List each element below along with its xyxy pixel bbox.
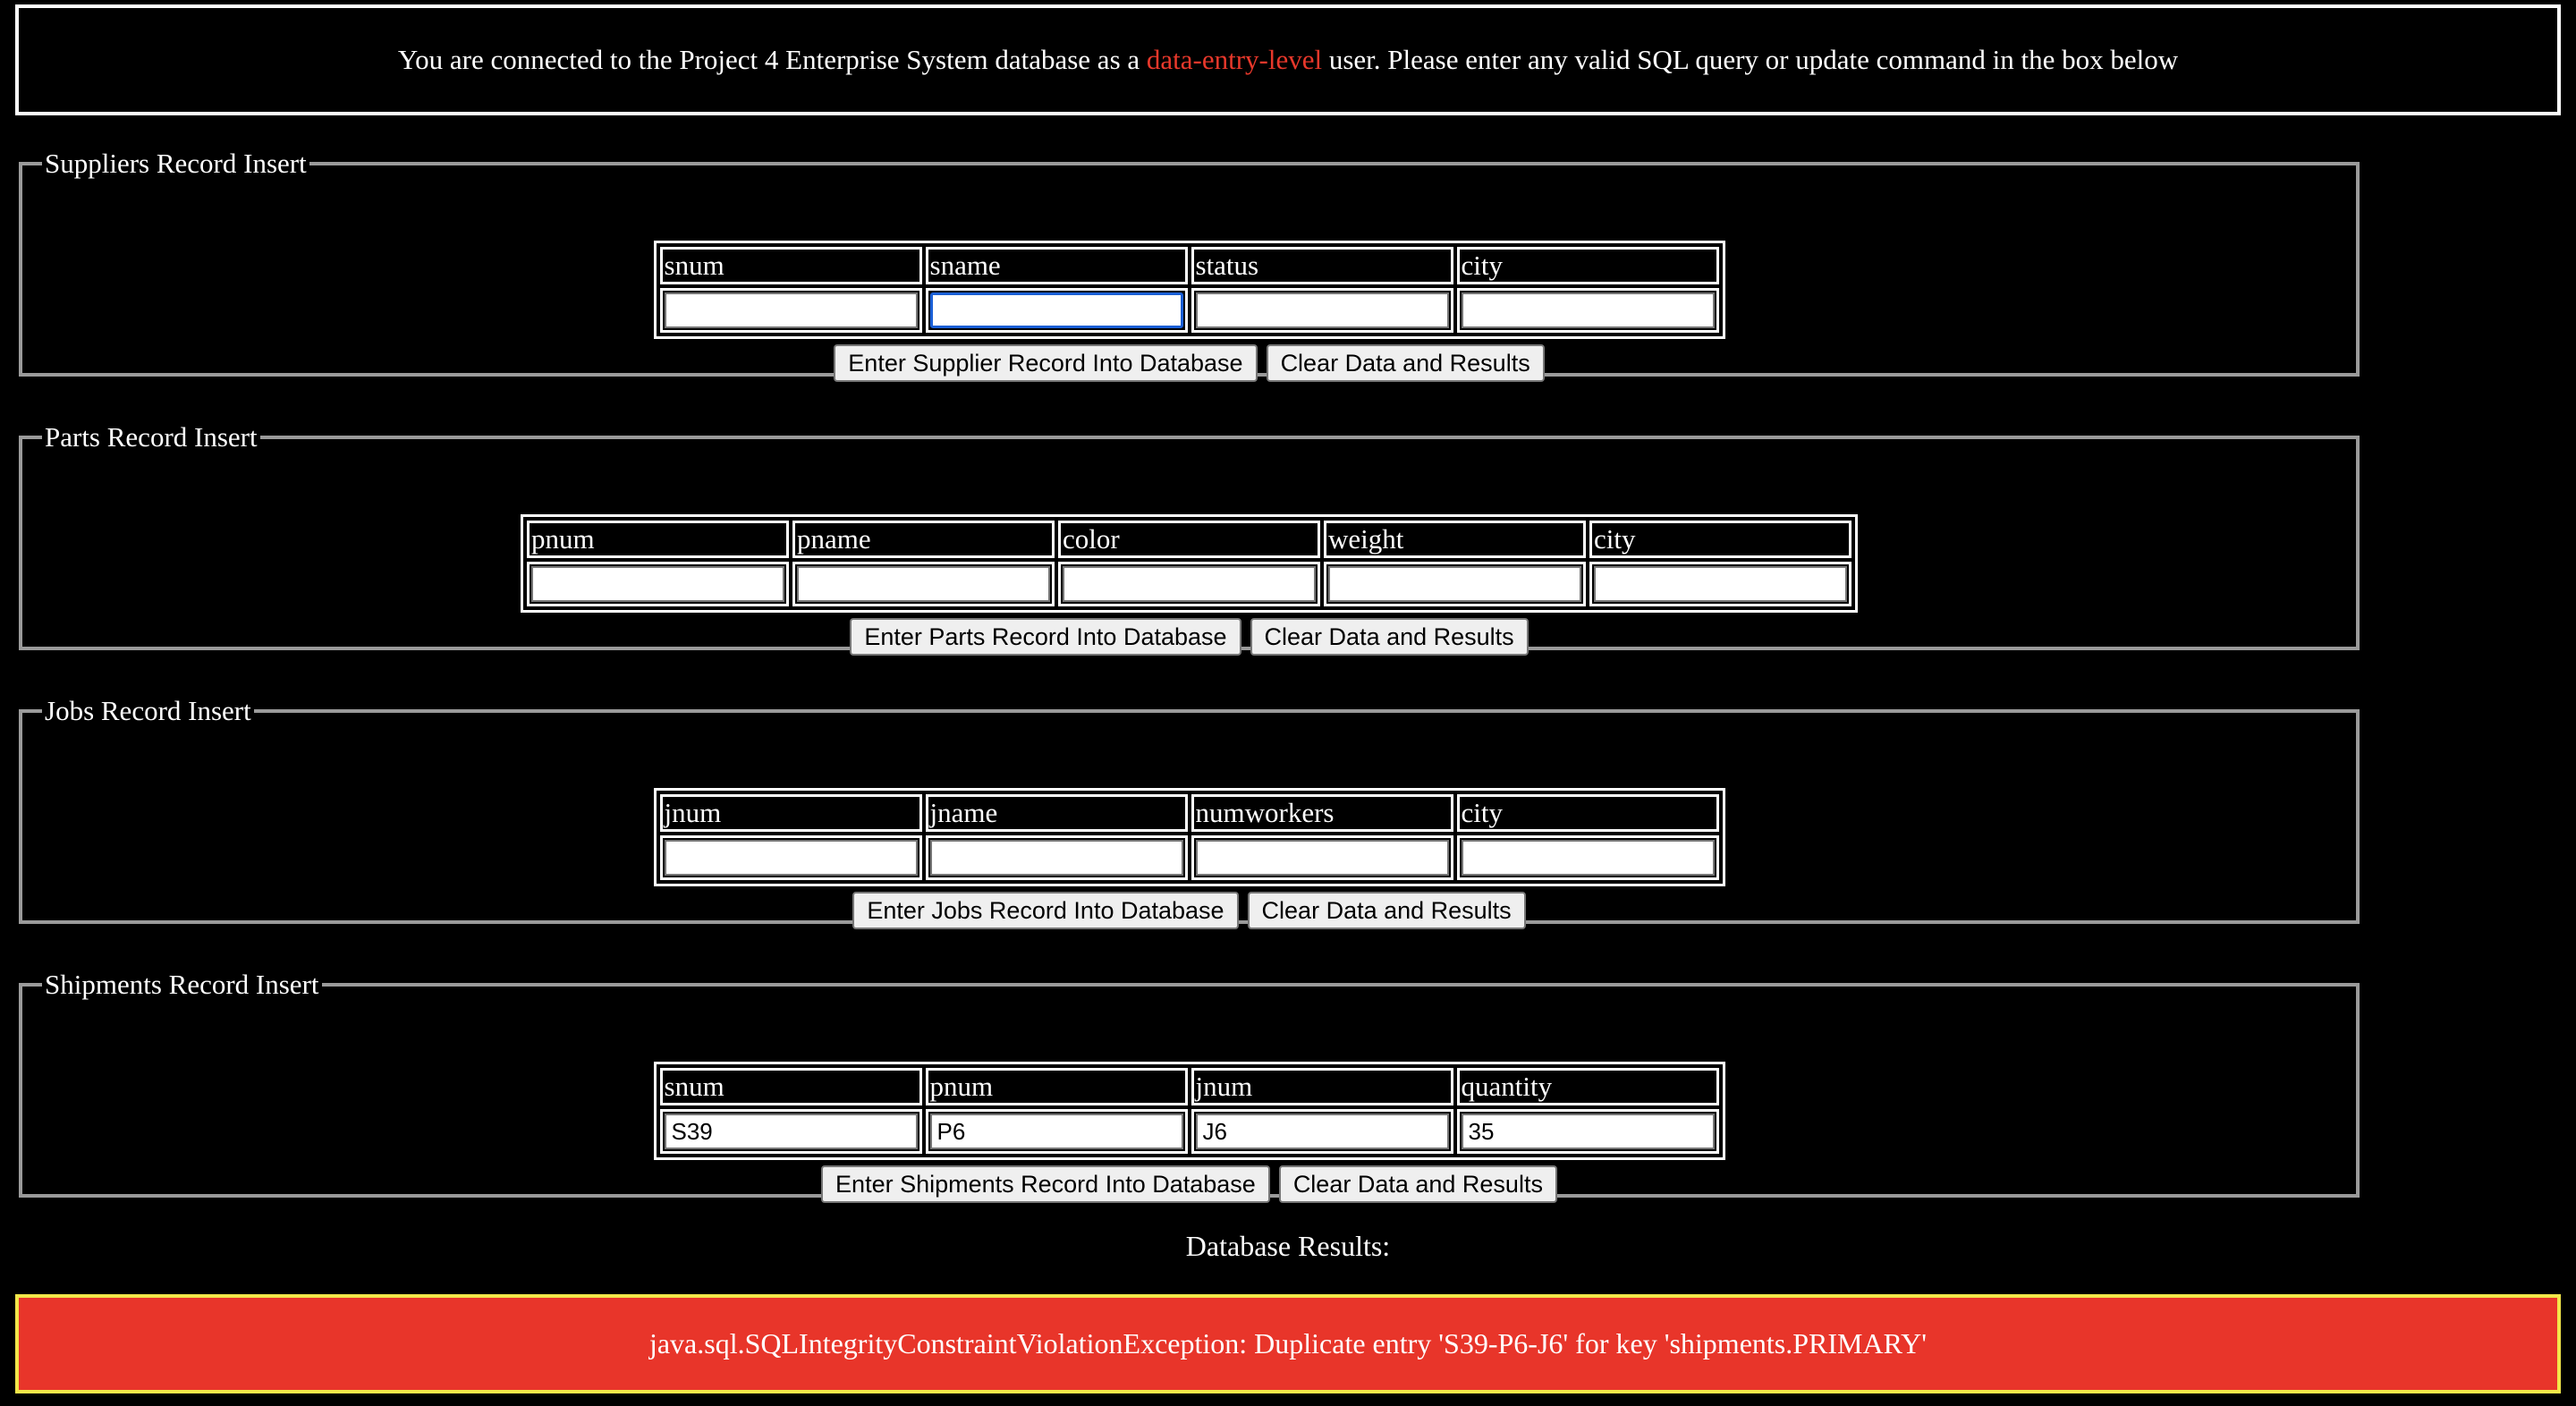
shipments-section: Shipments Record Insert snum pnum jnum q…	[19, 969, 2360, 1203]
jobs-jnum-input[interactable]	[664, 840, 918, 876]
connection-banner: You are connected to the Project 4 Enter…	[15, 4, 2561, 115]
shipments-button-row: Enter Shipments Record Into Database Cle…	[821, 1165, 1557, 1203]
enter-shipments-button[interactable]: Enter Shipments Record Into Database	[821, 1165, 1270, 1203]
page: You are connected to the Project 4 Enter…	[0, 0, 2576, 1406]
suppliers-button-row: Enter Supplier Record Into Database Clea…	[834, 344, 1545, 382]
column-header-sname: sname	[925, 247, 1188, 284]
column-header-weight: weight	[1324, 521, 1586, 558]
cell-city	[1456, 288, 1719, 333]
suppliers-sname-input[interactable]	[929, 292, 1183, 328]
suppliers-snum-input[interactable]	[664, 292, 918, 328]
jobs-numworkers-input[interactable]	[1195, 840, 1449, 876]
jobs-section: Jobs Record Insert jnum jname numworkers…	[19, 695, 2360, 929]
column-header-jnum: jnum	[659, 794, 922, 832]
shipments-pnum-input[interactable]	[929, 1114, 1183, 1149]
column-header-city: city	[1589, 521, 1852, 558]
enter-supplier-button[interactable]: Enter Supplier Record Into Database	[834, 344, 1258, 382]
column-header-jname: jname	[925, 794, 1188, 832]
column-header-city: city	[1456, 247, 1719, 284]
cell-snum	[659, 288, 922, 333]
cell-pnum	[925, 1109, 1188, 1154]
shipments-quantity-input[interactable]	[1461, 1114, 1715, 1149]
jobs-table: jnum jname numworkers city	[653, 788, 1725, 886]
error-message-box: java.sql.SQLIntegrityConstraintViolation…	[15, 1294, 2561, 1393]
suppliers-clear-button[interactable]: Clear Data and Results	[1266, 344, 1545, 382]
suppliers-status-input[interactable]	[1195, 292, 1449, 328]
column-header-quantity: quantity	[1456, 1068, 1719, 1105]
column-header-city: city	[1456, 794, 1719, 832]
cell-sname	[925, 288, 1188, 333]
user-role: data-entry-level	[1146, 44, 1323, 75]
jobs-jname-input[interactable]	[929, 840, 1183, 876]
cell-weight	[1324, 562, 1586, 606]
cell-numworkers	[1191, 835, 1453, 880]
jobs-legend: Jobs Record Insert	[45, 695, 251, 726]
parts-pname-input[interactable]	[797, 566, 1050, 602]
jobs-clear-button[interactable]: Clear Data and Results	[1247, 892, 1526, 929]
parts-city-input[interactable]	[1594, 566, 1847, 602]
column-header-jnum: jnum	[1191, 1068, 1453, 1105]
column-header-snum: snum	[659, 1068, 922, 1105]
cell-jname	[925, 835, 1188, 880]
cell-pname	[792, 562, 1055, 606]
parts-legend: Parts Record Insert	[45, 421, 258, 453]
jobs-city-input[interactable]	[1461, 840, 1715, 876]
suppliers-city-input[interactable]	[1461, 292, 1715, 328]
cell-status	[1191, 288, 1453, 333]
connection-prefix: You are connected to the Project 4 Enter…	[397, 44, 1147, 75]
column-header-snum: snum	[659, 247, 922, 284]
shipments-legend: Shipments Record Insert	[45, 969, 319, 1000]
cell-quantity	[1456, 1109, 1719, 1154]
enter-jobs-button[interactable]: Enter Jobs Record Into Database	[852, 892, 1239, 929]
cell-color	[1058, 562, 1320, 606]
shipments-snum-input[interactable]	[664, 1114, 918, 1149]
parts-clear-button[interactable]: Clear Data and Results	[1250, 618, 1529, 656]
shipments-clear-button[interactable]: Clear Data and Results	[1278, 1165, 1557, 1203]
jobs-button-row: Enter Jobs Record Into Database Clear Da…	[852, 892, 1526, 929]
connection-suffix: user. Please enter any valid SQL query o…	[1322, 44, 2179, 75]
cell-snum	[659, 1109, 922, 1154]
cell-jnum	[1191, 1109, 1453, 1154]
suppliers-legend: Suppliers Record Insert	[45, 148, 307, 179]
connection-text: You are connected to the Project 4 Enter…	[398, 44, 2178, 76]
suppliers-section: Suppliers Record Insert snum sname statu…	[19, 148, 2360, 382]
shipments-table: snum pnum jnum quantity	[653, 1062, 1725, 1160]
shipments-jnum-input[interactable]	[1195, 1114, 1449, 1149]
cell-pnum	[527, 562, 789, 606]
error-message: java.sql.SQLIntegrityConstraintViolation…	[648, 1327, 1928, 1359]
suppliers-table: snum sname status city	[653, 241, 1725, 339]
parts-button-row: Enter Parts Record Into Database Clear D…	[850, 618, 1529, 656]
enter-parts-button[interactable]: Enter Parts Record Into Database	[850, 618, 1241, 656]
column-header-numworkers: numworkers	[1191, 794, 1453, 832]
column-header-color: color	[1058, 521, 1320, 558]
parts-color-input[interactable]	[1063, 566, 1316, 602]
results-label: Database Results:	[1185, 1230, 1391, 1262]
parts-table: pnum pname color weight city	[521, 514, 1858, 613]
column-header-pnum: pnum	[527, 521, 789, 558]
parts-section: Parts Record Insert pnum pname color wei…	[19, 421, 2360, 656]
cell-jnum	[659, 835, 922, 880]
column-header-pnum: pnum	[925, 1068, 1188, 1105]
parts-weight-input[interactable]	[1328, 566, 1581, 602]
cell-city	[1589, 562, 1852, 606]
parts-pnum-input[interactable]	[531, 566, 784, 602]
cell-city	[1456, 835, 1719, 880]
column-header-pname: pname	[792, 521, 1055, 558]
column-header-status: status	[1191, 247, 1453, 284]
